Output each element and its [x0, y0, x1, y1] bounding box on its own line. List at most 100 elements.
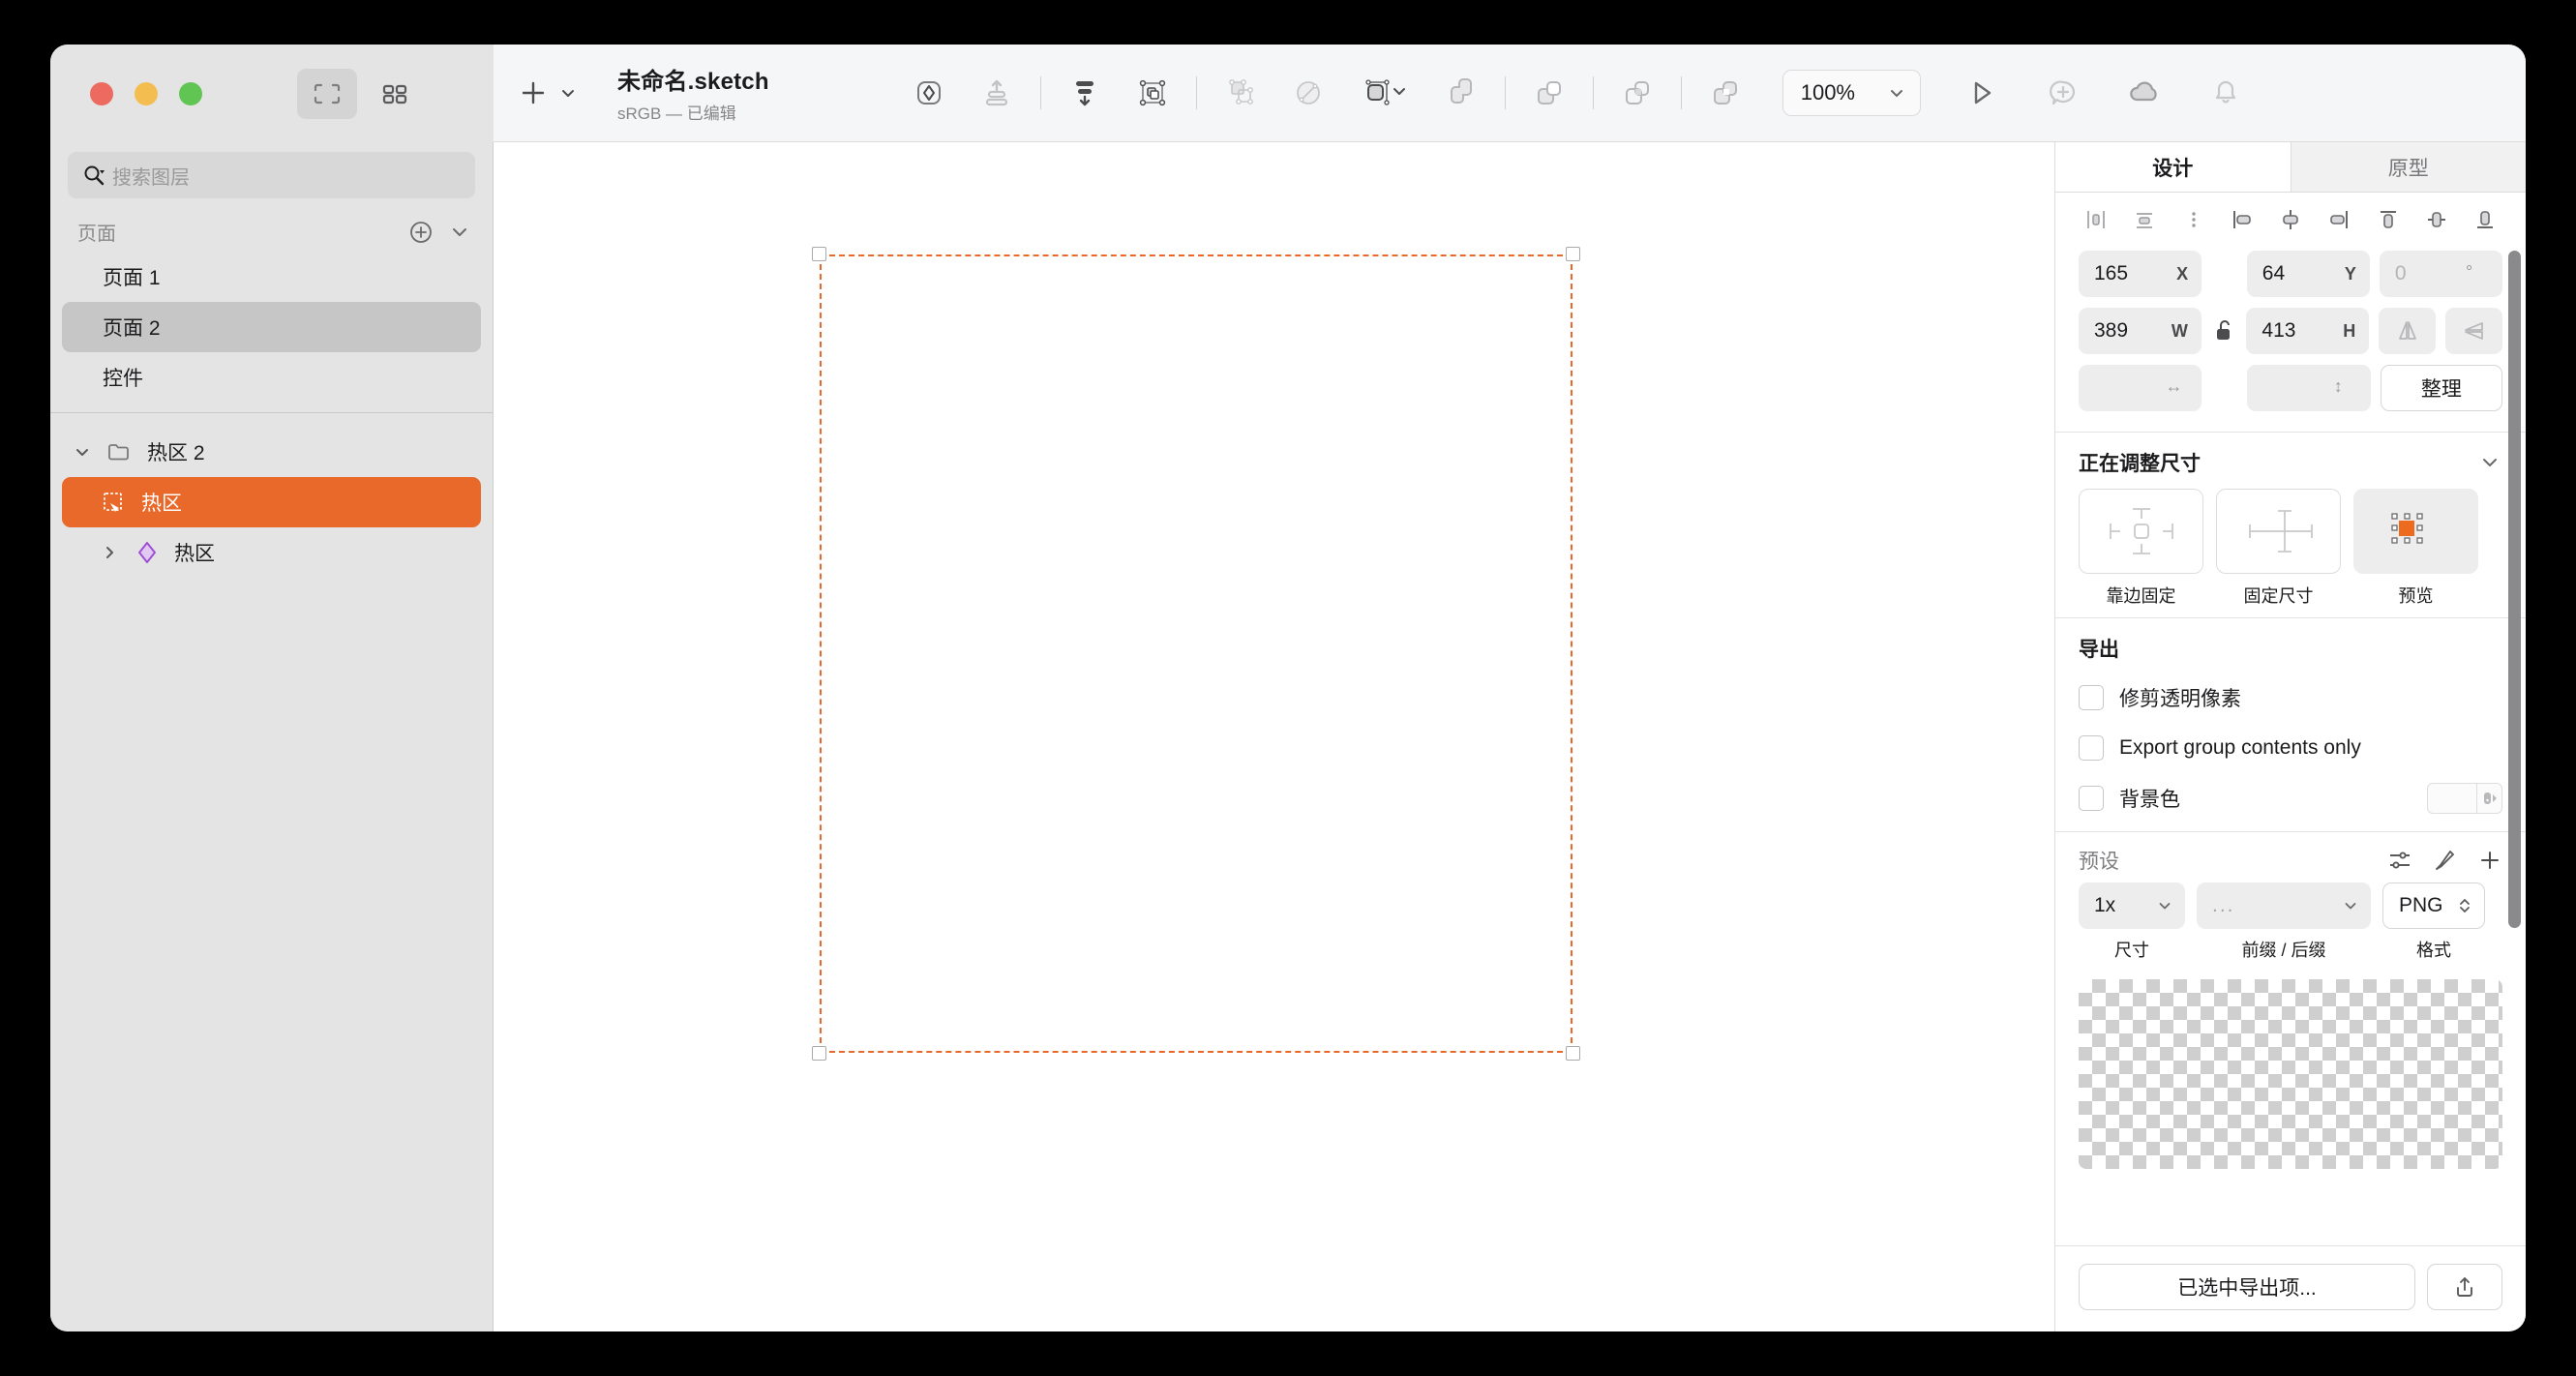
maximize-button[interactable] [179, 81, 202, 105]
export-prefix-suffix-dropdown[interactable]: ... [2197, 882, 2371, 929]
flip-vertical-button[interactable] [2445, 308, 2502, 354]
align-object-left-button[interactable] [2225, 204, 2260, 235]
resize-option-fix-size[interactable]: 固定尺寸 [2216, 489, 2341, 608]
difference-button[interactable] [1697, 69, 1753, 117]
ungroup-button[interactable] [1213, 69, 1269, 117]
horizontal-spacing-input[interactable]: ↔ [2079, 365, 2202, 411]
resize-preview-button[interactable] [2353, 489, 2478, 574]
intersect-button[interactable] [1609, 69, 1665, 117]
export-size-dropdown[interactable]: 1x [2079, 882, 2185, 929]
width-input[interactable]: 389 W [2079, 308, 2202, 354]
union-icon [1450, 78, 1472, 104]
height-input[interactable]: 413 H [2246, 308, 2370, 354]
toolbar-right-section: 未命名.sketch sRGB — 已编辑 100% [494, 45, 2526, 142]
document-title-block[interactable]: 未命名.sketch sRGB — 已编辑 [617, 62, 769, 124]
export-format-dropdown[interactable]: PNG [2382, 882, 2485, 929]
color-picker-button[interactable] [2476, 784, 2501, 813]
union-button[interactable] [1433, 69, 1489, 117]
page-item-2[interactable]: 页面 2 [62, 302, 481, 352]
scale-button[interactable] [1348, 69, 1422, 117]
insert-button[interactable] [515, 75, 552, 111]
rotation-input[interactable]: 0 ° [2379, 251, 2502, 297]
export-checkbox-trim[interactable]: 修剪透明像素 [2055, 673, 2526, 723]
insert-dropdown-button[interactable] [555, 75, 581, 111]
x-position-input[interactable]: 165 X [2079, 251, 2202, 297]
pin-edges-button[interactable] [2079, 489, 2203, 574]
move-backward-icon [1075, 81, 1093, 106]
aspect-lock-button[interactable] [2211, 318, 2237, 344]
resize-handle-top-left[interactable] [812, 247, 826, 261]
align-object-right-button[interactable] [2321, 204, 2356, 235]
align-object-center-button[interactable] [2273, 204, 2308, 235]
tidy-button[interactable]: 整理 [2380, 365, 2502, 411]
move-backward-button[interactable] [1057, 69, 1113, 117]
mask-button[interactable] [1280, 69, 1336, 117]
export-selected-button[interactable]: 已选中导出项... [2079, 1264, 2415, 1310]
align-left-button[interactable] [2079, 204, 2113, 235]
export-prefix-suffix-label: 前缀 / 后缀 [2241, 941, 2326, 960]
export-checkbox-background[interactable]: 背景色 [2055, 773, 2526, 823]
export-checkbox-group-contents[interactable]: Export group contents only [2055, 723, 2526, 773]
trim-transparent-checkbox[interactable] [2079, 685, 2104, 710]
intersect-icon [1625, 81, 1649, 105]
plus-circle-icon[interactable] [407, 219, 434, 246]
page-item-1[interactable]: 页面 1 [62, 252, 481, 302]
share-button[interactable] [2427, 1264, 2502, 1310]
selection-bounds[interactable] [812, 247, 1580, 1061]
close-button[interactable] [90, 81, 113, 105]
export-group-contents-checkbox[interactable] [2079, 735, 2104, 761]
tab-prototype[interactable]: 原型 [2290, 142, 2526, 193]
notifications-button[interactable] [2198, 69, 2254, 117]
toolbar-separator [1039, 76, 1041, 109]
zoom-level-dropdown[interactable]: 100% [1782, 70, 1921, 116]
move-forward-button[interactable] [969, 69, 1025, 117]
rotation-value: 0 [2394, 262, 2407, 284]
search-input[interactable]: 搜索图层 [68, 152, 475, 198]
page-item-3[interactable]: 控件 [62, 352, 481, 403]
slice-icon[interactable] [2433, 848, 2458, 873]
resize-handle-top-right[interactable] [1566, 247, 1580, 261]
group-button[interactable] [1124, 69, 1181, 117]
align-bottom-button[interactable] [2468, 204, 2502, 235]
vertical-spacing-input[interactable]: ↕ [2247, 365, 2371, 411]
layer-row-symbol[interactable]: 热区 [62, 527, 481, 578]
symbol-tool-button[interactable] [901, 69, 957, 117]
chevron-right-icon[interactable] [99, 543, 120, 562]
preview-button[interactable] [1954, 69, 2010, 117]
hotspot-icon [99, 490, 130, 515]
align-top-button[interactable] [2371, 204, 2406, 235]
resizing-title: 正在调整尺寸 [2079, 453, 2201, 475]
distribute-button[interactable] [2176, 204, 2211, 235]
play-icon [1974, 81, 1991, 105]
flip-horizontal-button[interactable] [2379, 308, 2437, 354]
fix-size-button[interactable] [2216, 489, 2341, 574]
chevron-down-icon[interactable] [72, 442, 93, 462]
plus-icon[interactable] [2477, 848, 2502, 873]
chevron-down-icon[interactable] [448, 221, 471, 244]
y-position-input[interactable]: 64 Y [2246, 251, 2370, 297]
grid-view-button[interactable] [365, 69, 425, 119]
background-color-well[interactable] [2427, 783, 2502, 814]
cloud-button[interactable] [2116, 69, 2172, 117]
inspector-scrollbar[interactable] [2508, 251, 2521, 928]
subtract-button[interactable] [1521, 69, 1577, 117]
resize-option-preview[interactable]: 预览 [2353, 489, 2478, 608]
layer-row-group[interactable]: 热区 2 [62, 427, 481, 477]
distribute-icon [2191, 212, 2196, 227]
chevron-down-icon[interactable] [2477, 450, 2502, 475]
design-canvas[interactable] [494, 142, 2054, 1331]
tab-design[interactable]: 设计 [2055, 142, 2291, 193]
align-middle-button[interactable] [2419, 204, 2454, 235]
background-color-checkbox[interactable] [2079, 786, 2104, 811]
resize-handle-bottom-left[interactable] [812, 1046, 826, 1061]
resize-handle-bottom-right[interactable] [1566, 1046, 1580, 1061]
canvas-view-button[interactable] [297, 68, 357, 119]
add-comment-button[interactable] [2035, 69, 2091, 117]
resize-option-pin-edges[interactable]: 靠边固定 [2079, 489, 2203, 608]
toolbar-far-right [1954, 69, 2254, 117]
minimize-button[interactable] [135, 81, 158, 105]
align-center-horizontal-button[interactable] [2127, 204, 2162, 235]
align-object-right-icon [2330, 211, 2349, 228]
sliders-icon[interactable] [2386, 849, 2413, 872]
layer-row-hotspot-selected[interactable]: 热区 [62, 477, 481, 527]
